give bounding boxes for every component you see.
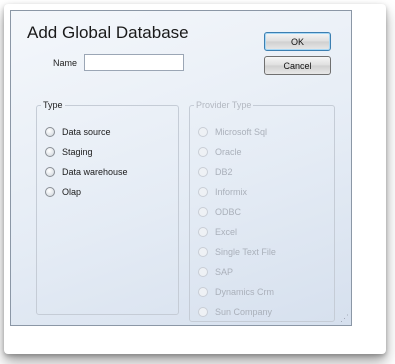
provider-option-label: SAP [215, 267, 234, 277]
provider-option-sap[interactable]: SAP [198, 265, 233, 279]
type-option-label: Data source [62, 127, 111, 137]
radio-icon[interactable] [198, 167, 208, 177]
radio-icon[interactable] [198, 147, 208, 157]
provider-option-label: Informix [215, 187, 248, 197]
radio-icon[interactable] [45, 127, 55, 137]
provider-option-informix[interactable]: Informix [198, 185, 247, 199]
radio-icon[interactable] [198, 227, 208, 237]
provider-option-label: Excel [215, 227, 238, 237]
provider-option-excel[interactable]: Excel [198, 225, 237, 239]
type-option-olap[interactable]: Olap [45, 185, 81, 199]
provider-option-label: Dynamics Crm [215, 287, 275, 297]
name-label: Name [53, 58, 78, 68]
provider-option-oracle[interactable]: Oracle [198, 145, 242, 159]
provider-option-label: Single Text File [215, 247, 276, 257]
radio-icon[interactable] [45, 147, 55, 157]
radio-icon[interactable] [45, 167, 55, 177]
type-option-staging[interactable]: Staging [45, 145, 93, 159]
provider-type-group: Provider Type Microsoft Sql Oracle DB2 I… [189, 100, 335, 322]
provider-option-label: Oracle [215, 147, 242, 157]
type-option-label: Olap [62, 187, 82, 197]
type-option-label: Data warehouse [62, 167, 128, 177]
type-option-data-warehouse[interactable]: Data warehouse [45, 165, 128, 179]
provider-option-label: DB2 [215, 167, 233, 177]
provider-option-sun-company[interactable]: Sun Company [198, 305, 272, 319]
radio-icon[interactable] [198, 307, 208, 317]
radio-icon[interactable] [198, 247, 208, 257]
provider-type-group-legend: Provider Type [196, 100, 252, 110]
radio-icon[interactable] [198, 287, 208, 297]
provider-option-db2[interactable]: DB2 [198, 165, 233, 179]
ok-button[interactable]: OK [264, 32, 331, 51]
type-option-label: Staging [62, 147, 93, 157]
provider-option-label: Microsoft Sql [215, 127, 268, 137]
provider-option-dynamics-crm[interactable]: Dynamics Crm [198, 285, 274, 299]
resize-grip-icon[interactable]: ⋰ [339, 313, 349, 323]
add-global-database-dialog: Add Global Database Name OK Cancel Type … [10, 10, 352, 326]
name-input[interactable] [84, 54, 184, 71]
provider-option-label: ODBC [215, 207, 242, 217]
type-group-legend: Type [43, 100, 63, 110]
radio-icon[interactable] [198, 207, 208, 217]
provider-option-label: Sun Company [215, 307, 273, 317]
radio-icon[interactable] [45, 187, 55, 197]
radio-icon[interactable] [198, 127, 208, 137]
provider-option-odbc[interactable]: ODBC [198, 205, 241, 219]
provider-option-single-text-file[interactable]: Single Text File [198, 245, 276, 259]
type-group: Type Data source Staging Data warehouse … [36, 100, 179, 315]
dialog-title: Add Global Database [27, 23, 189, 42]
provider-option-microsoft-sql[interactable]: Microsoft Sql [198, 125, 267, 139]
radio-icon[interactable] [198, 187, 208, 197]
type-option-data-source[interactable]: Data source [45, 125, 111, 139]
cancel-button[interactable]: Cancel [264, 56, 331, 75]
radio-icon[interactable] [198, 267, 208, 277]
